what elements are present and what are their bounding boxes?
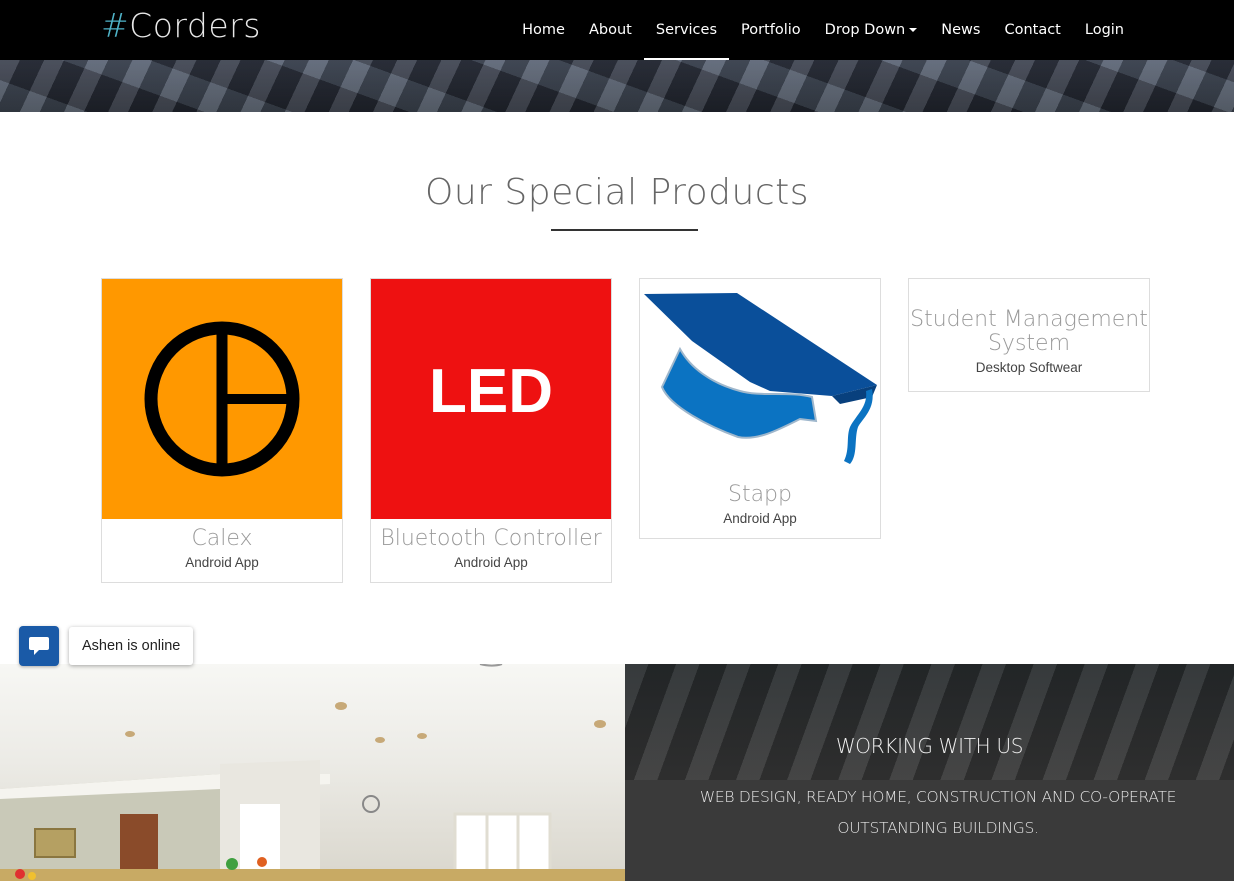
led-logo-text: LED bbox=[429, 357, 553, 426]
nav-about[interactable]: About bbox=[577, 0, 644, 60]
product-category: Desktop Softwear bbox=[975, 360, 1083, 375]
working-text: WEB DESIGN, READY HOME, CONSTRUCTION AND… bbox=[699, 788, 1177, 837]
stapp-thumbnail bbox=[640, 279, 880, 472]
nav-portfolio[interactable]: Portfolio bbox=[729, 0, 813, 60]
working-title: WORKING WITH US bbox=[835, 734, 1024, 758]
section-title: Our Special Products bbox=[425, 172, 809, 213]
calex-thumbnail bbox=[102, 279, 342, 519]
product-card-student-management-system[interactable]: Student Management System Desktop Softwe… bbox=[908, 278, 1150, 392]
nav-about-label: About bbox=[588, 22, 632, 38]
product-name: Student Management System bbox=[910, 307, 1148, 356]
nav-contact-label: Contact bbox=[1004, 22, 1061, 38]
calex-logo-icon bbox=[144, 321, 300, 477]
title-underline bbox=[551, 229, 698, 231]
product-card-bluetooth-controller[interactable]: LED Bluetooth Controller Android App bbox=[370, 278, 612, 583]
nav-login[interactable]: Login bbox=[1073, 0, 1136, 60]
nav-home[interactable]: Home bbox=[510, 0, 577, 60]
chat-bubble-icon bbox=[29, 637, 49, 655]
working-with-us-section: WORKING WITH US WEB DESIGN, READY HOME, … bbox=[625, 664, 1234, 881]
main-nav: Home About Services Portfolio Drop Down … bbox=[510, 0, 1136, 60]
nav-services[interactable]: Services bbox=[643, 0, 730, 60]
nav-dropdown[interactable]: Drop Down bbox=[813, 0, 930, 60]
top-navbar: #Corders Home About Services Portfolio D… bbox=[0, 0, 1234, 60]
product-card-calex[interactable]: Calex Android App bbox=[101, 278, 343, 583]
product-category: Android App bbox=[723, 511, 797, 526]
brand-hash: # bbox=[101, 6, 130, 45]
hero-background-image bbox=[0, 60, 1234, 112]
product-card-stapp[interactable]: Stapp Android App bbox=[639, 278, 881, 539]
kitchen-illustration bbox=[0, 664, 625, 881]
kitchen-image bbox=[0, 664, 625, 881]
nav-portfolio-label: Portfolio bbox=[741, 22, 801, 38]
product-name: Calex bbox=[191, 526, 253, 551]
caret-down-icon bbox=[909, 28, 918, 32]
chat-status[interactable]: Ashen is online bbox=[69, 627, 194, 665]
nav-login-label: Login bbox=[1084, 22, 1124, 38]
chat-button[interactable] bbox=[19, 626, 59, 666]
nav-contact[interactable]: Contact bbox=[992, 0, 1072, 60]
product-category: Android App bbox=[454, 555, 528, 570]
product-name: Bluetooth Controller bbox=[380, 526, 602, 551]
led-logo-icon: LED bbox=[429, 357, 553, 426]
nav-news[interactable]: News bbox=[929, 0, 992, 60]
product-category: Android App bbox=[185, 555, 259, 570]
brand-name: Corders bbox=[129, 6, 261, 45]
led-thumbnail: LED bbox=[371, 279, 611, 519]
nav-news-label: News bbox=[941, 22, 981, 38]
product-name: Stapp bbox=[727, 482, 792, 507]
brand-logo[interactable]: #Corders bbox=[101, 6, 261, 45]
nav-dropdown-label: Drop Down bbox=[824, 22, 906, 38]
graduation-cap-icon bbox=[644, 293, 877, 464]
nav-home-label: Home bbox=[522, 22, 565, 38]
nav-services-label: Services bbox=[655, 22, 718, 38]
